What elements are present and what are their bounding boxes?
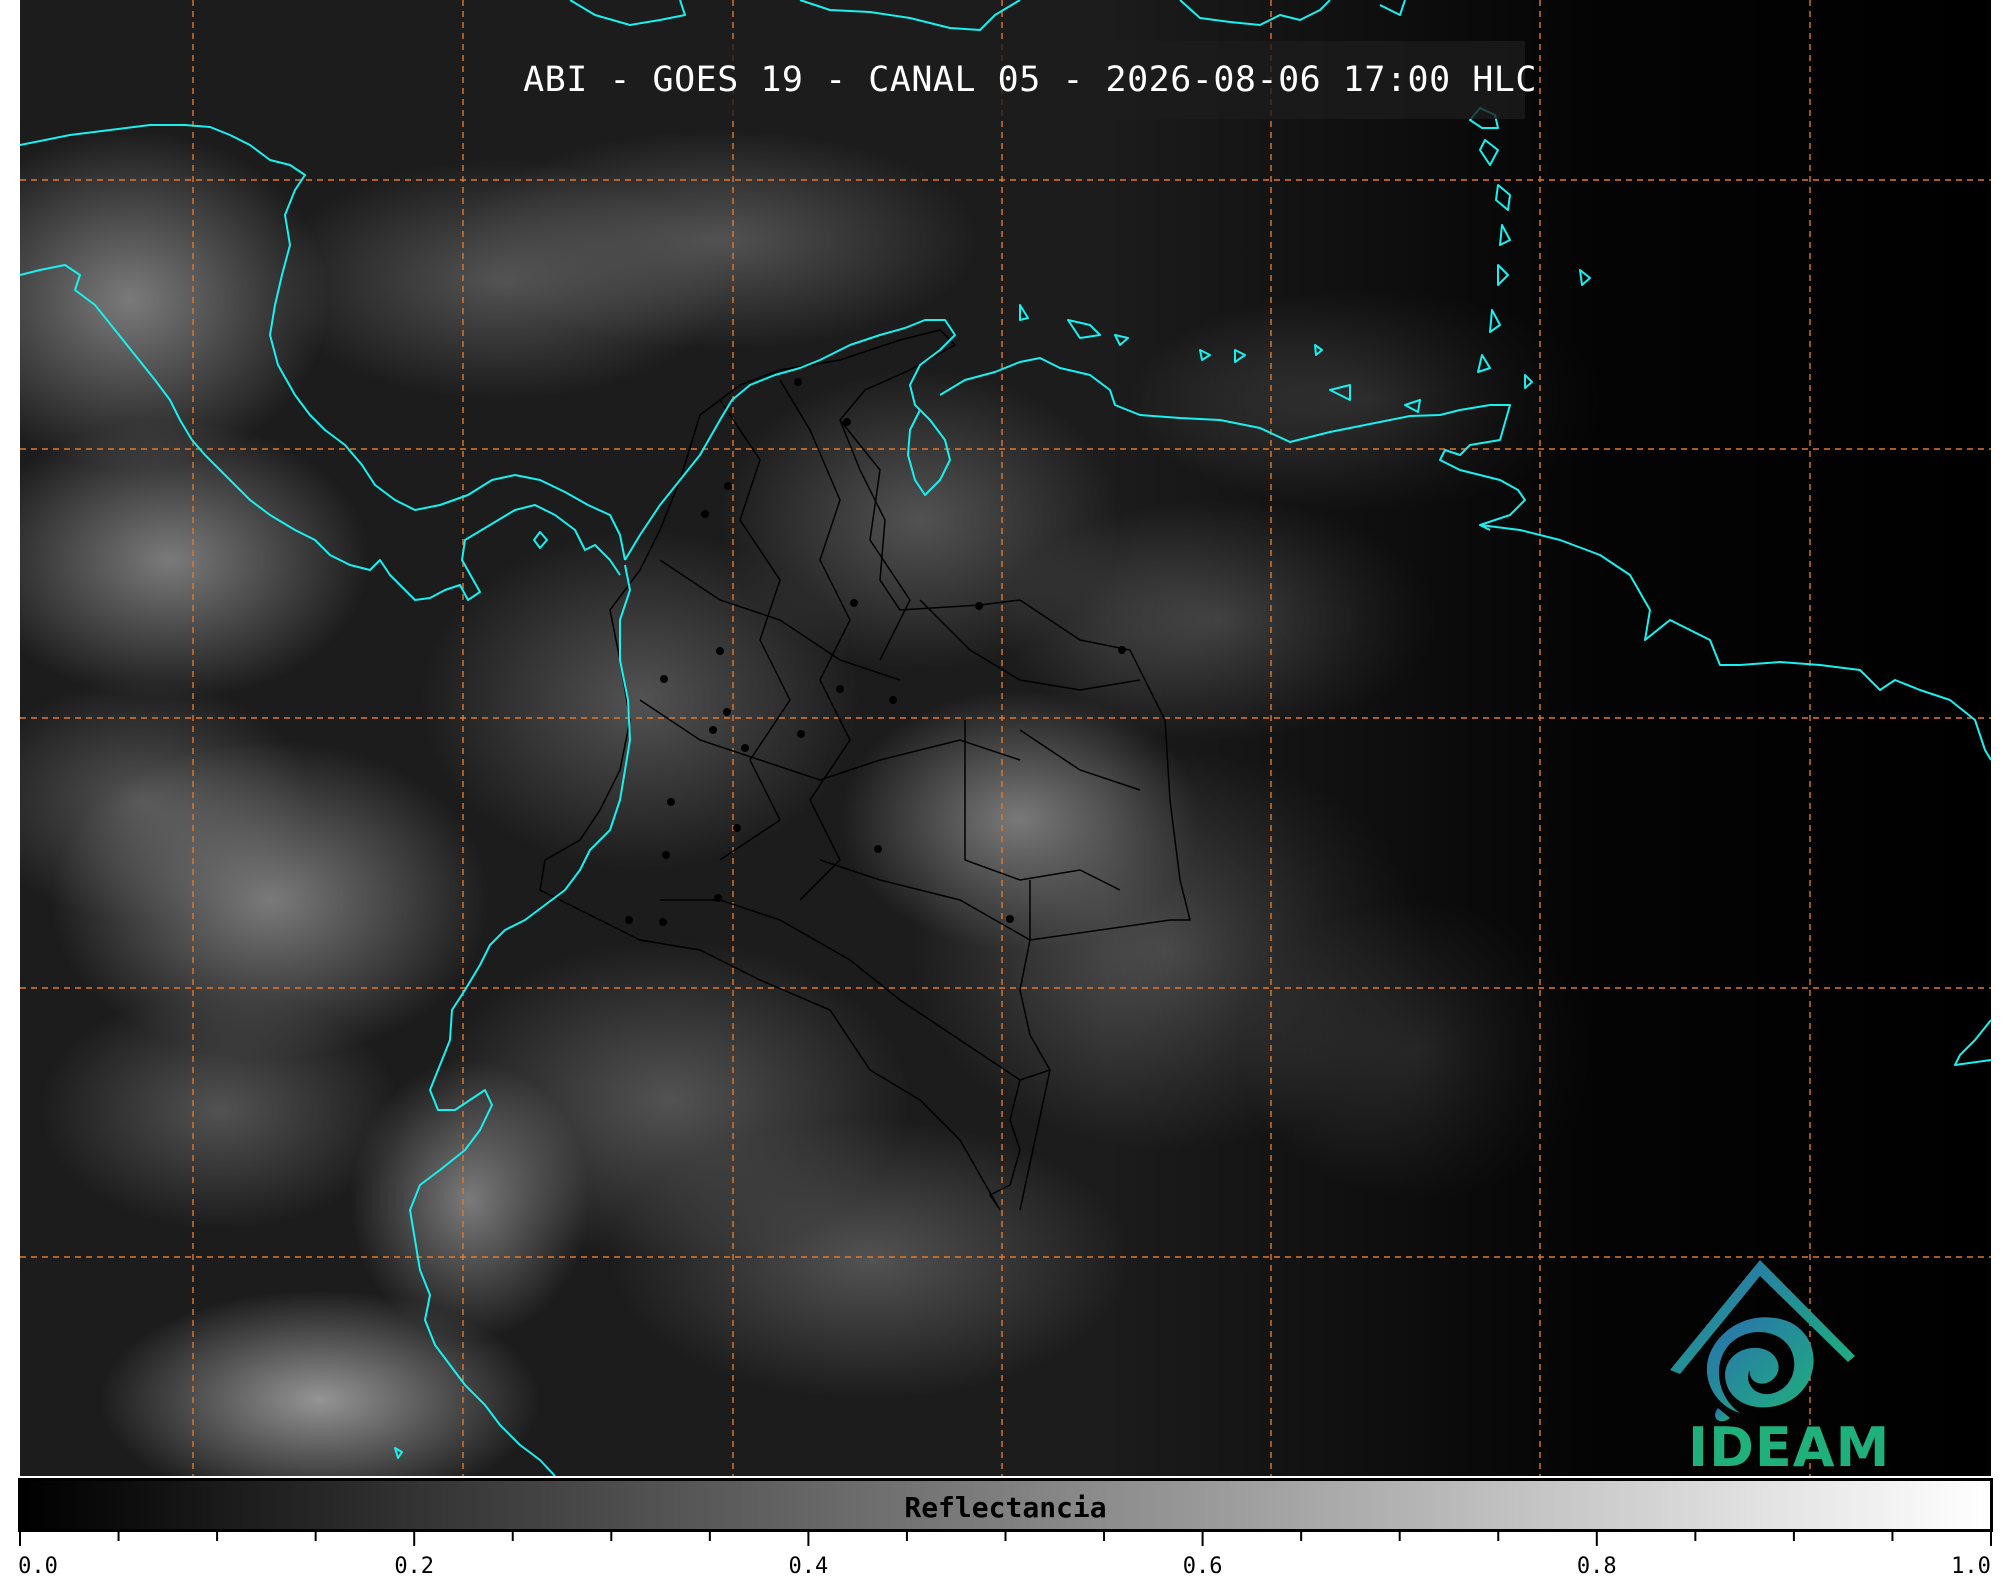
logo-text: IDEAM	[1688, 1416, 1891, 1479]
colorbar-tick-label: 1.0	[1951, 1554, 1991, 1579]
colorbar-tick-label: 0.0	[18, 1554, 58, 1579]
colorbar-tick-label: 0.6	[1182, 1554, 1223, 1579]
colorbar: Reflectancia	[18, 1478, 1993, 1532]
colorbar-tick-label: 0.8	[1576, 1554, 1617, 1579]
map-title: ABI - GOES 19 - CANAL 05 - 2026-08-06 17…	[523, 60, 1537, 100]
colorbar-tick-label: 0.2	[394, 1554, 435, 1579]
colorbar-ticks	[19, 1532, 1992, 1546]
colorbar-label: Reflectancia	[904, 1491, 1107, 1524]
title-panel: ABI - GOES 19 - CANAL 05 - 2026-08-06 17…	[523, 41, 1536, 119]
colorbar-tick-label: 0.4	[788, 1554, 829, 1579]
